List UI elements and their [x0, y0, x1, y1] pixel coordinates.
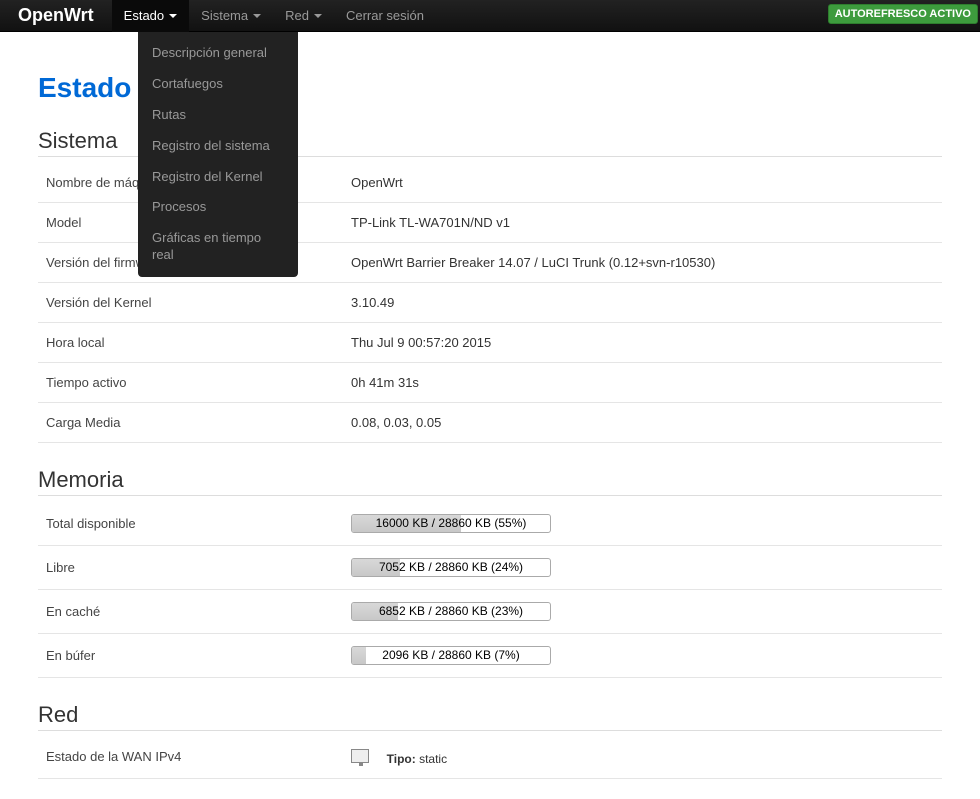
- memory-row-value: 7052 KB / 28860 KB (24%): [351, 558, 934, 577]
- dropdown-item-rutas[interactable]: Rutas: [138, 100, 298, 131]
- memory-heading: Memoria: [38, 467, 942, 496]
- network-device-icon: [351, 749, 369, 763]
- system-row: Hora localThu Jul 9 00:57:20 2015: [38, 323, 942, 363]
- memory-row-value: 2096 KB / 28860 KB (7%): [351, 646, 934, 665]
- memory-row-label: En búfer: [46, 648, 351, 663]
- system-row-value: 0.08, 0.03, 0.05: [351, 415, 934, 430]
- memory-row: En búfer2096 KB / 28860 KB (7%): [38, 634, 942, 678]
- nav-item-red[interactable]: Red: [273, 0, 334, 32]
- autorefresh-badge[interactable]: AUTOREFRESCO ACTIVO: [828, 4, 978, 24]
- memory-row-label: Libre: [46, 560, 351, 575]
- system-row: Carga Media0.08, 0.03, 0.05: [38, 403, 942, 443]
- memory-row-label: En caché: [46, 604, 351, 619]
- memory-row-value: 6852 KB / 28860 KB (23%): [351, 602, 934, 621]
- memory-row: Libre7052 KB / 28860 KB (24%): [38, 546, 942, 590]
- progress-bar: 2096 KB / 28860 KB (7%): [351, 646, 551, 665]
- memory-row-label: Total disponible: [46, 516, 351, 531]
- memory-row-value: 16000 KB / 28860 KB (55%): [351, 514, 934, 533]
- wan-type-label: Tipo:: [387, 752, 416, 766]
- nav-item-label: Red: [285, 8, 309, 23]
- system-row-label: Tiempo activo: [46, 375, 351, 390]
- nav-item-cerrar-sesión[interactable]: Cerrar sesión: [334, 0, 436, 32]
- system-row-label: Versión del Kernel: [46, 295, 351, 310]
- nav-item-sistema[interactable]: Sistema: [189, 0, 273, 32]
- wan-type: Tipo: static: [387, 752, 447, 766]
- dropdown-item-procesos[interactable]: Procesos: [138, 192, 298, 223]
- network-heading: Red: [38, 702, 942, 731]
- dropdown-item-registro-del-kernel[interactable]: Registro del Kernel: [138, 162, 298, 193]
- system-row-value: OpenWrt: [351, 175, 934, 190]
- wan-label: Estado de la WAN IPv4: [46, 749, 351, 764]
- system-row-value: Thu Jul 9 00:57:20 2015: [351, 335, 934, 350]
- navbar-brand[interactable]: OpenWrt: [0, 5, 112, 26]
- progress-bar: 16000 KB / 28860 KB (55%): [351, 514, 551, 533]
- system-row-value: TP-Link TL-WA701N/ND v1: [351, 215, 934, 230]
- progress-text: 2096 KB / 28860 KB (7%): [352, 647, 550, 664]
- nav-item-label: Sistema: [201, 8, 248, 23]
- system-row-value: 0h 41m 31s: [351, 375, 934, 390]
- wan-row: Estado de la WAN IPv4 Tipo: static: [38, 737, 942, 779]
- memory-row: En caché6852 KB / 28860 KB (23%): [38, 590, 942, 634]
- system-row-label: Carga Media: [46, 415, 351, 430]
- dropdown-item-gráficas-en-tiempo-real[interactable]: Gráficas en tiempo real: [138, 223, 298, 271]
- system-row: Versión del Kernel3.10.49: [38, 283, 942, 323]
- wan-type-value: static: [419, 752, 447, 766]
- dropdown-item-descripción-general[interactable]: Descripción general: [138, 38, 298, 69]
- estado-dropdown: Descripción generalCortafuegosRutasRegis…: [138, 32, 298, 277]
- nav-item-label: Estado: [124, 8, 164, 23]
- progress-text: 6852 KB / 28860 KB (23%): [352, 603, 550, 620]
- dropdown-item-cortafuegos[interactable]: Cortafuegos: [138, 69, 298, 100]
- caret-down-icon: [314, 14, 322, 18]
- memory-row: Total disponible16000 KB / 28860 KB (55%…: [38, 502, 942, 546]
- progress-bar: 7052 KB / 28860 KB (24%): [351, 558, 551, 577]
- system-row-value: OpenWrt Barrier Breaker 14.07 / LuCI Tru…: [351, 255, 934, 270]
- system-row-label: Hora local: [46, 335, 351, 350]
- nav-item-estado[interactable]: Estado: [112, 0, 189, 32]
- progress-bar: 6852 KB / 28860 KB (23%): [351, 602, 551, 621]
- wan-value: Tipo: static: [351, 749, 934, 766]
- nav-item-label: Cerrar sesión: [346, 8, 424, 23]
- caret-down-icon: [253, 14, 261, 18]
- system-row-value: 3.10.49: [351, 295, 934, 310]
- progress-text: 7052 KB / 28860 KB (24%): [352, 559, 550, 576]
- dropdown-item-registro-del-sistema[interactable]: Registro del sistema: [138, 131, 298, 162]
- navbar: OpenWrt Estado Sistema Red Cerrar sesión AU…: [0, 0, 980, 32]
- progress-text: 16000 KB / 28860 KB (55%): [352, 515, 550, 532]
- system-row: Tiempo activo0h 41m 31s: [38, 363, 942, 403]
- caret-down-icon: [169, 14, 177, 18]
